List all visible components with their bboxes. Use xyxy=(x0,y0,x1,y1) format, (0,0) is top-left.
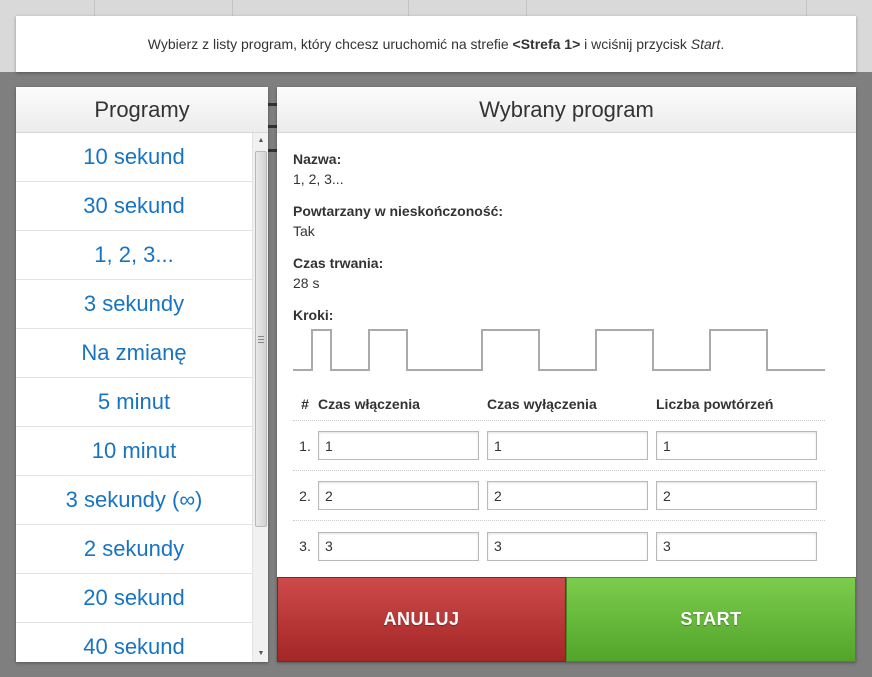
header-on-time: Czas włączenia xyxy=(318,395,420,412)
step-number: 2. xyxy=(299,487,311,504)
scroll-down-icon[interactable]: ▼ xyxy=(253,646,268,662)
steps-waveform xyxy=(293,329,825,371)
scroll-thumb[interactable] xyxy=(255,151,267,527)
steps-label: Kroki: xyxy=(293,307,334,323)
program-item[interactable]: 3 sekundy (∞) xyxy=(16,476,252,525)
repeat-value: Tak xyxy=(293,223,315,239)
program-item[interactable]: 3 sekundy xyxy=(16,280,252,329)
off-time-input[interactable] xyxy=(487,431,648,460)
repetitions-input[interactable] xyxy=(656,431,817,460)
divider-mark xyxy=(267,149,277,152)
program-item[interactable]: 1, 2, 3... xyxy=(16,231,252,280)
program-item[interactable]: 5 minut xyxy=(16,378,252,427)
header-off-time: Czas wyłączenia xyxy=(487,395,597,412)
programs-scrollbar[interactable]: ▲ ▼ xyxy=(252,133,268,662)
program-item[interactable]: Na zmianę xyxy=(16,329,252,378)
program-item[interactable]: 10 sekund xyxy=(16,133,252,182)
duration-value: 28 s xyxy=(293,275,320,291)
program-item[interactable]: 2 sekundy xyxy=(16,525,252,574)
grip-icon xyxy=(258,336,264,343)
zone-name: <Strefa 1> xyxy=(512,36,581,52)
header-repetitions: Liczba powtórzeń xyxy=(656,395,774,412)
programs-header: Programy xyxy=(16,87,268,133)
table-row: 2. xyxy=(293,471,825,521)
program-item[interactable]: 40 sekund xyxy=(16,623,252,662)
programs-panel: Programy 10 sekund 30 sekund 1, 2, 3... 3 s… xyxy=(16,87,268,662)
table-row: 3. xyxy=(293,521,825,571)
selected-program-panel: Wybrany program Nazwa: 1, 2, 3... Powtar… xyxy=(277,87,856,662)
repetitions-input[interactable] xyxy=(656,531,817,561)
divider-mark xyxy=(267,125,277,128)
steps-table-header: # Czas włączenia Czas wyłączenia Liczba … xyxy=(293,387,825,421)
divider-mark xyxy=(267,103,277,106)
instruction-bar: Wybierz z listy program, który chcesz ur… xyxy=(16,16,856,72)
cancel-button[interactable]: ANULUJ xyxy=(277,577,566,662)
off-time-input[interactable] xyxy=(487,481,648,510)
start-button[interactable]: START xyxy=(566,577,856,662)
program-item[interactable]: 10 minut xyxy=(16,427,252,476)
on-time-input[interactable] xyxy=(318,431,479,460)
steps-table-body: 1. 2. 3. xyxy=(293,421,825,571)
header-number: # xyxy=(301,395,309,412)
step-number: 3. xyxy=(299,538,311,554)
off-time-input[interactable] xyxy=(487,531,648,561)
name-label: Nazwa: xyxy=(293,151,342,167)
program-item[interactable]: 20 sekund xyxy=(16,574,252,623)
repetitions-input[interactable] xyxy=(656,481,817,510)
steps-table: # Czas włączenia Czas wyłączenia Liczba … xyxy=(293,387,825,571)
duration-label: Czas trwania: xyxy=(293,255,384,271)
step-number: 1. xyxy=(299,437,311,454)
waveform-line xyxy=(293,329,825,371)
name-value: 1, 2, 3... xyxy=(293,171,344,187)
scroll-up-icon[interactable]: ▲ xyxy=(253,133,268,149)
instruction-text: Wybierz z listy program, który chcesz ur… xyxy=(147,36,725,52)
on-time-input[interactable] xyxy=(318,481,479,510)
selected-program-header: Wybrany program xyxy=(277,87,856,133)
program-item[interactable]: 30 sekund xyxy=(16,182,252,231)
repeat-label: Powtarzany w nieskończoność: xyxy=(293,203,504,219)
on-time-input[interactable] xyxy=(318,531,479,561)
start-reference: Start xyxy=(690,36,721,52)
programs-list[interactable]: 10 sekund 30 sekund 1, 2, 3... 3 sekundy Na … xyxy=(16,133,252,662)
table-row: 1. xyxy=(293,421,825,471)
